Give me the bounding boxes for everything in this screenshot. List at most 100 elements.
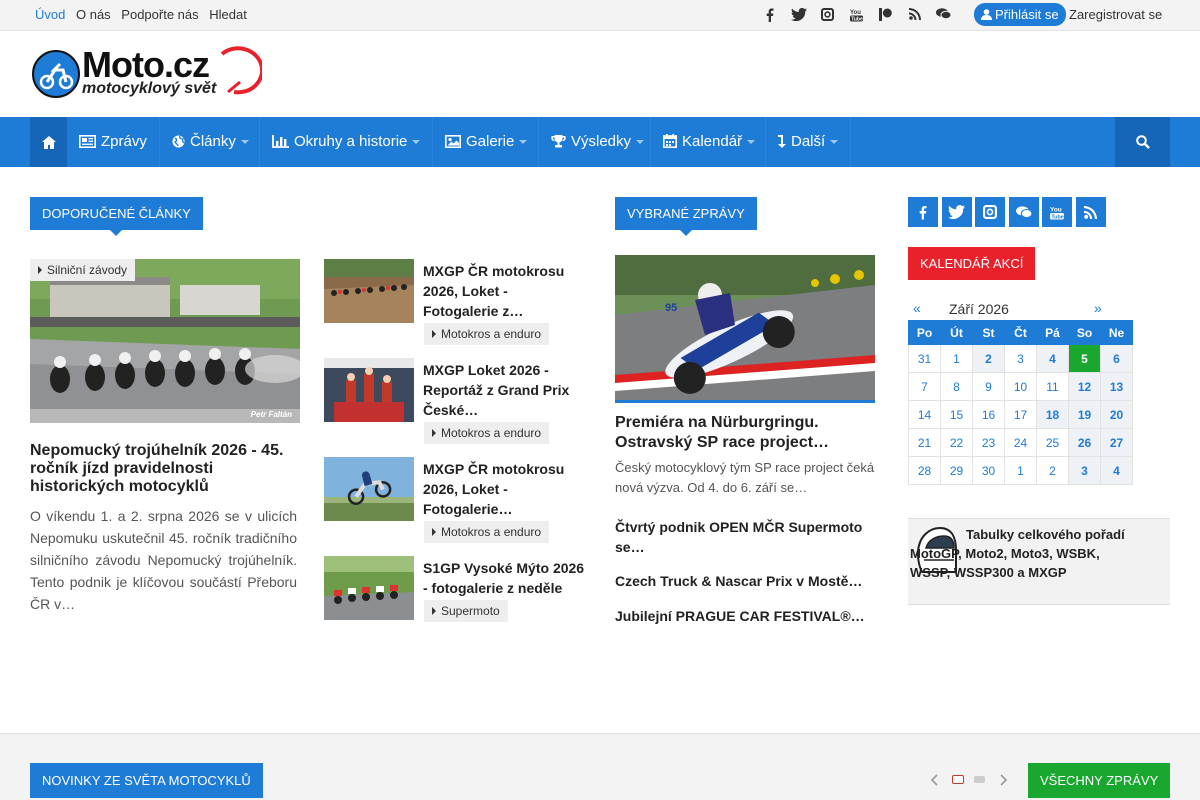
register-link[interactable]: Zaregistrovat se bbox=[1069, 7, 1162, 22]
calendar-next-button[interactable]: » bbox=[1094, 300, 1102, 316]
news-item-1[interactable]: Čtvrtý podnik OPEN MČR Supermoto se… bbox=[615, 517, 877, 557]
nav-item-dalsi[interactable]: Další bbox=[766, 117, 851, 167]
weekday-header: Ne bbox=[1100, 320, 1133, 345]
calendar-day: 29 bbox=[940, 456, 973, 485]
rss-icon[interactable] bbox=[900, 8, 929, 24]
instagram-icon[interactable] bbox=[813, 8, 842, 24]
news-item-2[interactable]: Czech Truck & Nascar Prix v Mostě… bbox=[615, 572, 877, 590]
nav-item-kalendar[interactable]: Kalendář bbox=[651, 117, 766, 167]
top-bar: Úvod O nás Podpořte nás Hledat You Tube P… bbox=[0, 0, 1200, 31]
standings-widget[interactable]: Tabulky celkového pořadí MotoGP, Moto2, … bbox=[908, 518, 1170, 605]
carousel-dot-active[interactable] bbox=[952, 775, 964, 784]
nav-label-dalsi: Další bbox=[791, 133, 826, 150]
facebook-icon[interactable] bbox=[755, 8, 784, 24]
calendar-day[interactable]: 12 bbox=[1068, 372, 1101, 401]
nav-item-clanky[interactable]: Články bbox=[160, 117, 260, 167]
calendar-day: 22 bbox=[940, 428, 973, 457]
nav-label-vysledky: Výsledky bbox=[571, 133, 632, 150]
news-item-3[interactable]: Jubilejní PRAGUE CAR FESTIVAL®… bbox=[615, 607, 877, 625]
calendar-week: 28 29 30 1 2 3 4 bbox=[908, 456, 1133, 485]
trophy-icon bbox=[551, 135, 566, 148]
calendar-week: 14 15 16 17 18 19 20 bbox=[908, 400, 1133, 429]
article-title-3[interactable]: MXGP ČR motokrosu 2026, Loket - Fotogale… bbox=[423, 459, 583, 519]
carousel-next-icon[interactable] bbox=[996, 773, 1010, 787]
site-logo[interactable]: Moto.cz motocyklový svět bbox=[32, 44, 262, 100]
nav-item-galerie[interactable]: Galerie bbox=[433, 117, 539, 167]
featured-article-title[interactable]: Nepomucký trojúhelník 2026 - 45. ročník … bbox=[30, 442, 298, 496]
calendar-day[interactable]: 6 bbox=[1100, 344, 1133, 373]
photo-historic-race bbox=[30, 259, 300, 423]
calendar-prev-button[interactable]: « bbox=[913, 300, 921, 316]
category-badge-3[interactable]: Motokros a enduro bbox=[424, 521, 550, 543]
category-badge[interactable]: Silniční závody bbox=[30, 259, 136, 281]
category-badge-4[interactable]: Supermoto bbox=[424, 600, 508, 622]
calendar-day[interactable]: 19 bbox=[1068, 400, 1101, 429]
photo-motocross-jump bbox=[324, 457, 414, 521]
featured-article-photo[interactable]: Petr Faltán Silniční závody bbox=[30, 259, 300, 423]
top-link-support[interactable]: Podpořte nás bbox=[121, 7, 198, 22]
article-title-2[interactable]: MXGP Loket 2026 - Reportáž z Grand Prix … bbox=[423, 360, 583, 420]
category-badge-2[interactable]: Motokros a enduro bbox=[424, 422, 550, 444]
youtube-icon[interactable]: You Tube bbox=[842, 8, 871, 24]
calendar-day[interactable]: 3 bbox=[1068, 456, 1101, 485]
carousel-prev-icon[interactable] bbox=[928, 773, 942, 787]
calendar-day[interactable]: 4 bbox=[1100, 456, 1133, 485]
calendar-day: 14 bbox=[908, 400, 941, 429]
article-thumb-1[interactable] bbox=[324, 259, 414, 323]
weekday-header: Po bbox=[908, 320, 941, 345]
calendar-day: 21 bbox=[908, 428, 941, 457]
photo-supermoto-race bbox=[324, 556, 414, 620]
article-thumb-2[interactable] bbox=[324, 358, 414, 422]
rss-icon[interactable] bbox=[1075, 197, 1106, 227]
article-thumb-3[interactable] bbox=[324, 457, 414, 521]
calendar-day: 31 bbox=[908, 344, 941, 373]
article-title-1[interactable]: MXGP ČR motokrosu 2026, Loket - Fotogale… bbox=[423, 261, 583, 321]
calendar-day-today[interactable]: 5 bbox=[1068, 344, 1101, 373]
youtube-icon[interactable]: You Tube bbox=[1042, 197, 1072, 227]
instagram-icon[interactable] bbox=[975, 197, 1005, 227]
nav-item-okruhy[interactable]: Okruhy a historie bbox=[260, 117, 433, 167]
article-thumb-4[interactable] bbox=[324, 556, 414, 620]
logo-tagline: motocyklový svět bbox=[82, 80, 217, 97]
calendar-day[interactable]: 18 bbox=[1036, 400, 1069, 429]
chevron-down-icon bbox=[636, 140, 645, 145]
calendar-day: 25 bbox=[1036, 428, 1069, 457]
selected-news-title[interactable]: Premiéra na Nürburgringu. Ostravský SP r… bbox=[615, 413, 855, 453]
user-icon bbox=[981, 9, 992, 20]
nav-item-zpravy[interactable]: Zprávy bbox=[67, 117, 160, 167]
calendar-day[interactable]: 4 bbox=[1036, 344, 1069, 373]
login-button[interactable]: Přihlásit se bbox=[974, 3, 1066, 26]
top-social-icons: You Tube bbox=[755, 8, 958, 24]
twitter-icon[interactable] bbox=[784, 8, 813, 24]
top-link-search[interactable]: Hledat bbox=[209, 7, 247, 22]
calendar-day[interactable]: 2 bbox=[972, 344, 1005, 373]
carousel-dot[interactable] bbox=[974, 776, 985, 783]
calendar-day[interactable]: 13 bbox=[1100, 372, 1133, 401]
article-title-4[interactable]: S1GP Vysoké Mýto 2026 - fotogalerie z ne… bbox=[423, 558, 588, 598]
calendar-day[interactable]: 26 bbox=[1068, 428, 1101, 457]
calendar-day[interactable]: 27 bbox=[1100, 428, 1133, 457]
chat-icon[interactable] bbox=[1008, 197, 1039, 227]
weekday-header: St bbox=[972, 320, 1005, 345]
calendar-day[interactable]: 20 bbox=[1100, 400, 1133, 429]
nav-home-button[interactable] bbox=[30, 117, 67, 167]
patreon-icon[interactable] bbox=[871, 8, 900, 24]
bar-chart-icon bbox=[272, 135, 289, 148]
all-news-button[interactable]: VŠECHNY ZPRÁVY bbox=[1028, 763, 1171, 798]
facebook-icon[interactable] bbox=[908, 197, 938, 227]
top-link-about[interactable]: O nás bbox=[76, 7, 111, 22]
nav-search-button[interactable] bbox=[1115, 117, 1170, 167]
photo-podium bbox=[324, 358, 414, 422]
selected-news-excerpt: Český motocyklový tým SP race project če… bbox=[615, 460, 875, 495]
nav-label-zpravy: Zprávy bbox=[101, 133, 147, 150]
calendar-day: 9 bbox=[972, 372, 1005, 401]
chevron-down-icon bbox=[519, 140, 528, 145]
calendar-week: 31 1 2 3 4 5 6 bbox=[908, 344, 1133, 373]
chat-icon[interactable] bbox=[929, 8, 958, 24]
category-badge-1[interactable]: Motokros a enduro bbox=[424, 323, 550, 345]
nav-item-vysledky[interactable]: Výsledky bbox=[539, 117, 651, 167]
calendar-week: 21 22 23 24 25 26 27 bbox=[908, 428, 1133, 457]
selected-news-photo[interactable]: 95 bbox=[615, 255, 875, 403]
top-link-home[interactable]: Úvod bbox=[35, 7, 65, 22]
twitter-icon[interactable] bbox=[941, 197, 972, 227]
